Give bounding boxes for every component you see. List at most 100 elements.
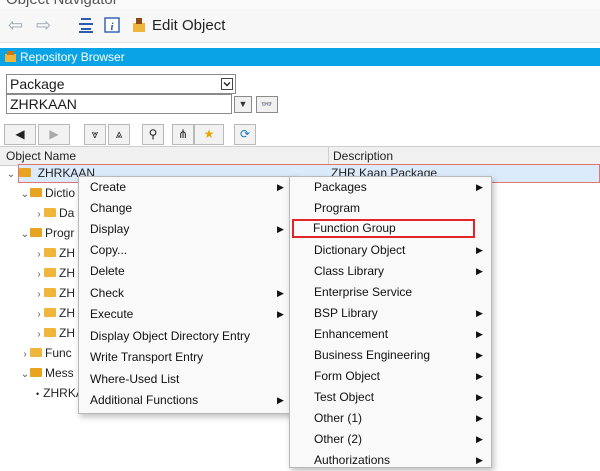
menu-item-label: Enhancement — [314, 327, 389, 341]
expand-all-icon: ⩔ — [91, 127, 99, 141]
chevron-right-icon: ▶ — [476, 182, 483, 192]
menu-item-display[interactable]: Display ▶ — [79, 219, 295, 240]
tree-node-label: Dictio — [45, 186, 76, 200]
browser-forward-button[interactable]: ▶ — [38, 124, 70, 145]
folder-icon — [44, 308, 56, 318]
tree-node-database-tables[interactable]: › Da — [34, 206, 74, 225]
submenu-item-test-object[interactable]: Test Object ▶ — [290, 387, 491, 408]
submenu-item-dictionary-object[interactable]: Dictionary Object ▶ — [290, 240, 491, 261]
submenu-item-authorizations[interactable]: Authorizations ▶ — [290, 450, 491, 471]
menu-item-label: Dictionary Object — [314, 243, 406, 257]
tree-node-label: Mess — [45, 366, 74, 380]
submenu-item-form-object[interactable]: Form Object ▶ — [290, 366, 491, 387]
edit-object-icon[interactable] — [131, 17, 147, 33]
column-object-name[interactable]: Object Name — [6, 149, 76, 163]
chevron-right-icon[interactable]: › — [34, 289, 44, 300]
expand-all-button[interactable]: ⩔ — [84, 124, 106, 145]
folder-icon — [44, 268, 56, 278]
submenu-item-enhancement[interactable]: Enhancement ▶ — [290, 324, 491, 345]
menu-item-display-object-directory-entry[interactable]: Display Object Directory Entry — [79, 326, 295, 347]
submenu-item-other-2[interactable]: Other (2) ▶ — [290, 429, 491, 450]
column-description[interactable]: Description — [333, 149, 393, 163]
menu-item-label: Display Object Directory Entry — [90, 329, 251, 343]
menu-item-label: Change — [90, 201, 133, 215]
hierarchy-button[interactable]: ⋔ — [172, 124, 194, 145]
menu-item-delete[interactable]: Delete — [79, 261, 295, 282]
chevron-right-icon[interactable]: › — [34, 209, 44, 220]
submenu-item-other-1[interactable]: Other (1) ▶ — [290, 408, 491, 429]
tree-node-dictionary[interactable]: ⌄ Dictio — [20, 186, 75, 205]
tree-node-program[interactable]: › ZH — [34, 266, 75, 285]
collapse-all-button[interactable]: ⩓ — [108, 124, 130, 145]
chevron-down-icon[interactable]: ⌄ — [20, 189, 30, 200]
menu-item-write-transport-entry[interactable]: Write Transport Entry — [79, 347, 295, 368]
chevron-right-icon[interactable]: › — [34, 249, 44, 260]
submenu-item-enterprise-service[interactable]: Enterprise Service — [290, 282, 491, 303]
tree-node-message-class[interactable]: • ZHRKA — [36, 386, 84, 405]
edit-object-button[interactable]: Edit Object — [152, 17, 225, 34]
chevron-down-icon[interactable]: ⌄ — [6, 169, 16, 180]
back-arrow-icon[interactable]: ⇦ — [8, 15, 23, 36]
menu-item-change[interactable]: Change — [79, 198, 295, 219]
tree-node-programs[interactable]: ⌄ Progr — [20, 226, 75, 245]
chevron-right-icon[interactable]: › — [34, 309, 44, 320]
chevron-right-icon: ▶ — [476, 392, 483, 402]
chevron-down-icon[interactable]: ⌄ — [20, 369, 30, 380]
menu-item-label: Class Library — [314, 264, 385, 278]
chevron-down-icon[interactable]: ⌄ — [20, 229, 30, 240]
menu-item-check[interactable]: Check ▶ — [79, 283, 295, 304]
tree-node-label: ZH — [59, 306, 75, 320]
folder-icon — [30, 188, 42, 198]
menu-item-additional-functions[interactable]: Additional Functions ▶ — [79, 390, 295, 411]
submenu-item-bsp-library[interactable]: BSP Library ▶ — [290, 303, 491, 324]
menu-item-label: Delete — [90, 264, 125, 278]
find-button[interactable]: ⚲ — [142, 124, 164, 145]
menu-item-label: Other (2) — [314, 432, 363, 446]
tree-node-function-groups[interactable]: › Func — [20, 346, 72, 365]
object-list-type-select[interactable]: Package — [6, 74, 236, 94]
dropdown-icon[interactable]: ▼ — [234, 96, 252, 113]
function-group-highlight-label[interactable]: Function Group — [313, 219, 396, 238]
folder-icon — [19, 168, 32, 178]
submenu-item-packages[interactable]: Packages ▶ — [290, 177, 491, 198]
menu-item-create[interactable]: Create ▶ — [79, 177, 295, 198]
chevron-right-icon: ▶ — [476, 266, 483, 276]
menu-item-label: Additional Functions — [90, 393, 199, 407]
tree-node-program[interactable]: › ZH — [34, 286, 75, 305]
tree-node-program[interactable]: › ZH — [34, 326, 75, 345]
binoculars-icon: ⚲ — [148, 127, 158, 141]
chevron-right-icon: ▶ — [476, 245, 483, 255]
refresh-button[interactable]: ⟳ — [234, 124, 256, 145]
favorites-button[interactable]: ★ — [194, 124, 224, 145]
object-name-value: ZHRKAAN — [10, 96, 77, 112]
menu-item-execute[interactable]: Execute ▶ — [79, 304, 295, 325]
tree-node-label: Func — [45, 346, 72, 360]
column-separator[interactable] — [328, 147, 329, 165]
bullet-icon: • — [36, 389, 40, 399]
menu-item-label: Test Object — [314, 390, 375, 404]
folder-icon — [44, 288, 56, 298]
submenu-item-class-library[interactable]: Class Library ▶ — [290, 261, 491, 282]
tree-node-program[interactable]: › ZH — [34, 306, 75, 325]
info-icon[interactable]: i — [104, 17, 120, 33]
forward-arrow-icon[interactable]: ⇨ — [36, 15, 51, 36]
chevron-right-icon[interactable]: › — [34, 329, 44, 340]
tree-structure-icon[interactable] — [78, 17, 94, 33]
chevron-right-icon[interactable]: › — [20, 349, 30, 360]
tree-node-program[interactable]: › ZH — [34, 246, 75, 265]
tree-node-message-classes[interactable]: ⌄ Mess — [20, 366, 74, 385]
menu-item-copy[interactable]: Copy... — [79, 240, 295, 261]
chevron-right-icon: ▶ — [476, 434, 483, 444]
chevron-right-icon: ▶ — [277, 395, 284, 405]
tree-node-label: ZH — [59, 286, 75, 300]
chevron-down-icon[interactable] — [221, 78, 233, 90]
browser-back-button[interactable]: ◀ — [4, 124, 36, 145]
glasses-icon[interactable]: 👓 — [256, 96, 278, 113]
submenu-item-program[interactable]: Program — [290, 198, 491, 219]
folder-icon — [44, 208, 56, 218]
menu-item-where-used-list[interactable]: Where-Used List — [79, 369, 295, 390]
submenu-item-business-engineering[interactable]: Business Engineering ▶ — [290, 345, 491, 366]
chevron-right-icon[interactable]: › — [34, 269, 44, 280]
chevron-right-icon: ▶ — [476, 455, 483, 465]
object-name-input[interactable]: ZHRKAAN — [6, 94, 232, 114]
